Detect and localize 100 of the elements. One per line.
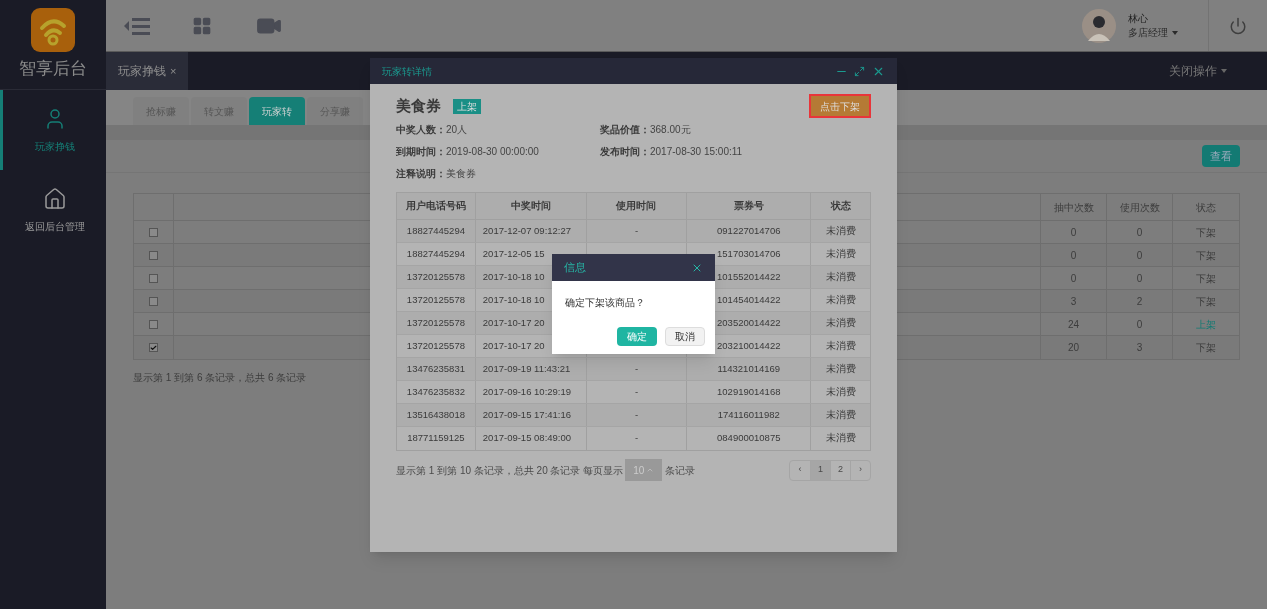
- field-value: 2017-08-30 15:00:11: [650, 145, 743, 159]
- table-cell-text: -: [634, 407, 639, 422]
- field-label: 注释说明：: [396, 167, 446, 181]
- table-cell-text: 2017-09-15 17:41:16: [482, 407, 572, 422]
- table-cell: 24: [1041, 313, 1107, 335]
- menu-collapse-icon[interactable]: [124, 15, 152, 36]
- table-cell-text: 13720125578: [406, 315, 465, 330]
- table-cell: 0: [1107, 221, 1173, 243]
- table-cell-text: 2017-09-16 10:29:19: [482, 384, 572, 399]
- table-cell-text: 2017-10-17 20: [482, 338, 545, 353]
- sub-tab[interactable]: 玩家转: [249, 97, 305, 125]
- table-cell-text: 2017-09-19 11:43:21: [482, 361, 571, 376]
- sidebar-item[interactable]: 返回后台管理: [0, 170, 106, 250]
- row-checkbox[interactable]: [149, 227, 158, 237]
- table-cell-text: 114321014169: [717, 361, 781, 376]
- table-cell-text: 13720125578: [406, 292, 465, 307]
- table-cell-text: 101552014422: [717, 269, 781, 284]
- table-cell-text: 2017-10-18 10: [482, 269, 545, 284]
- record-count-suffix: 条记录: [665, 463, 696, 478]
- dialog-message: 确定下架该商品？: [564, 296, 646, 310]
- user-name: 林心: [1128, 11, 1149, 26]
- table-cell-text: -: [634, 361, 639, 376]
- column-header: 抽中次数: [1041, 194, 1107, 220]
- table-cell: 2017-09-15 08:49:00: [482, 431, 572, 446]
- table-cell-text: -: [634, 223, 639, 238]
- cancel-button[interactable]: 取消: [665, 327, 705, 346]
- table-cell-text: 13720125578: [406, 269, 465, 284]
- page-button[interactable]: ›: [850, 460, 870, 480]
- power-icon[interactable]: [1229, 16, 1247, 35]
- view-button[interactable]: 查看: [1202, 145, 1240, 167]
- page-tab[interactable]: 玩家挣钱 ×: [106, 52, 189, 90]
- field-value: 2019-08-30 00:00:00: [446, 145, 539, 159]
- table-cell: 20: [1041, 336, 1107, 359]
- table-cell-text: 未消费: [825, 361, 856, 376]
- caret-icon: [1221, 69, 1227, 73]
- table-cell: 0: [1041, 221, 1107, 243]
- column-header: 状态: [829, 198, 852, 213]
- row-checkbox[interactable]: [149, 273, 158, 283]
- logo-text: 智享后台: [19, 57, 87, 80]
- row-checkbox[interactable]: [149, 296, 158, 306]
- table-cell-text: 未消费: [825, 407, 856, 422]
- table-cell-text: 2017-12-07 09:12:27: [482, 223, 572, 238]
- field-value: 368.00元: [650, 123, 691, 137]
- logo-icon: [31, 7, 75, 52]
- field-label: 发布时间：: [600, 145, 650, 159]
- table-cell-text: 2017-10-18 10: [482, 292, 545, 307]
- table-cell-text: 未消费: [825, 223, 856, 238]
- column-header: 票券号: [687, 193, 812, 219]
- row-checkbox[interactable]: [149, 343, 158, 352]
- status-cell-text: 下架: [1195, 225, 1217, 240]
- table-cell-text: 13476235832: [406, 384, 465, 399]
- table-cell: 0: [1041, 267, 1107, 289]
- close-tab-icon[interactable]: ×: [170, 62, 177, 80]
- field-label: 中奖人数：: [396, 123, 446, 137]
- table-cell-text: 18827445294: [406, 223, 465, 238]
- table-cell-text: 未消费: [825, 246, 856, 261]
- table-cell-text: 203520014422: [717, 315, 781, 330]
- page-button[interactable]: 1: [810, 460, 830, 480]
- table-cell-text: 203210014422: [717, 338, 781, 353]
- confirm-button[interactable]: 确定: [617, 327, 657, 346]
- record-count: 显示第 1 到第 10 条记录，总共 20 条记录 每页显示: [396, 463, 624, 478]
- table-cell-text: 未消费: [825, 315, 856, 330]
- table-cell-text: 151703014706: [717, 246, 781, 261]
- field-value: 20人: [446, 123, 468, 137]
- row-checkbox[interactable]: [149, 319, 158, 329]
- table-cell-text: 102919014168: [717, 384, 781, 399]
- home-icon: [42, 186, 67, 211]
- table-cell-text: 未消费: [825, 338, 856, 353]
- table-cell-text: 174116011982: [717, 407, 780, 422]
- dialog-title: 信息: [564, 260, 586, 276]
- page-button[interactable]: 2: [830, 460, 850, 480]
- close-operations-dropdown[interactable]: 关闭操作: [1169, 62, 1227, 80]
- column-header: 用户电话号码: [397, 193, 476, 219]
- table-cell: 0: [1041, 244, 1107, 266]
- status-cell-text: 下架: [1195, 341, 1217, 355]
- table-cell: 084900010875: [717, 431, 781, 446]
- table-cell: 未消费: [825, 431, 856, 446]
- table-cell-text: 18827445294: [406, 246, 465, 261]
- status-cell-text: 上架: [1195, 317, 1217, 332]
- field-label: 到期时间：: [396, 145, 446, 159]
- grid-icon[interactable]: [192, 15, 212, 36]
- row-checkbox[interactable]: [149, 250, 158, 260]
- product-name: 美食券: [396, 95, 441, 116]
- table-cell-text: 13516438018: [406, 407, 465, 422]
- table-cell: 0: [1107, 244, 1173, 266]
- column-header: 状态: [1195, 200, 1217, 215]
- table-cell-text: 未消费: [825, 384, 856, 399]
- maximize-icon[interactable]: [854, 65, 865, 77]
- page-button[interactable]: ‹: [790, 460, 810, 480]
- delist-button[interactable]: 点击下架: [809, 94, 871, 118]
- user-role-dropdown[interactable]: 多店经理: [1128, 25, 1178, 40]
- table-cell-text: 101454014422: [717, 292, 781, 307]
- field-label: 奖品价值：: [600, 123, 650, 137]
- column-header: 使用时间: [586, 193, 688, 219]
- table-cell: 3: [1041, 290, 1107, 312]
- column-header: 中奖时间: [475, 193, 587, 219]
- table-cell-text: 2017-10-17 20: [482, 315, 545, 330]
- table-cell: 0: [1107, 267, 1173, 289]
- avatar[interactable]: [1082, 8, 1116, 43]
- table-cell: -: [634, 431, 639, 446]
